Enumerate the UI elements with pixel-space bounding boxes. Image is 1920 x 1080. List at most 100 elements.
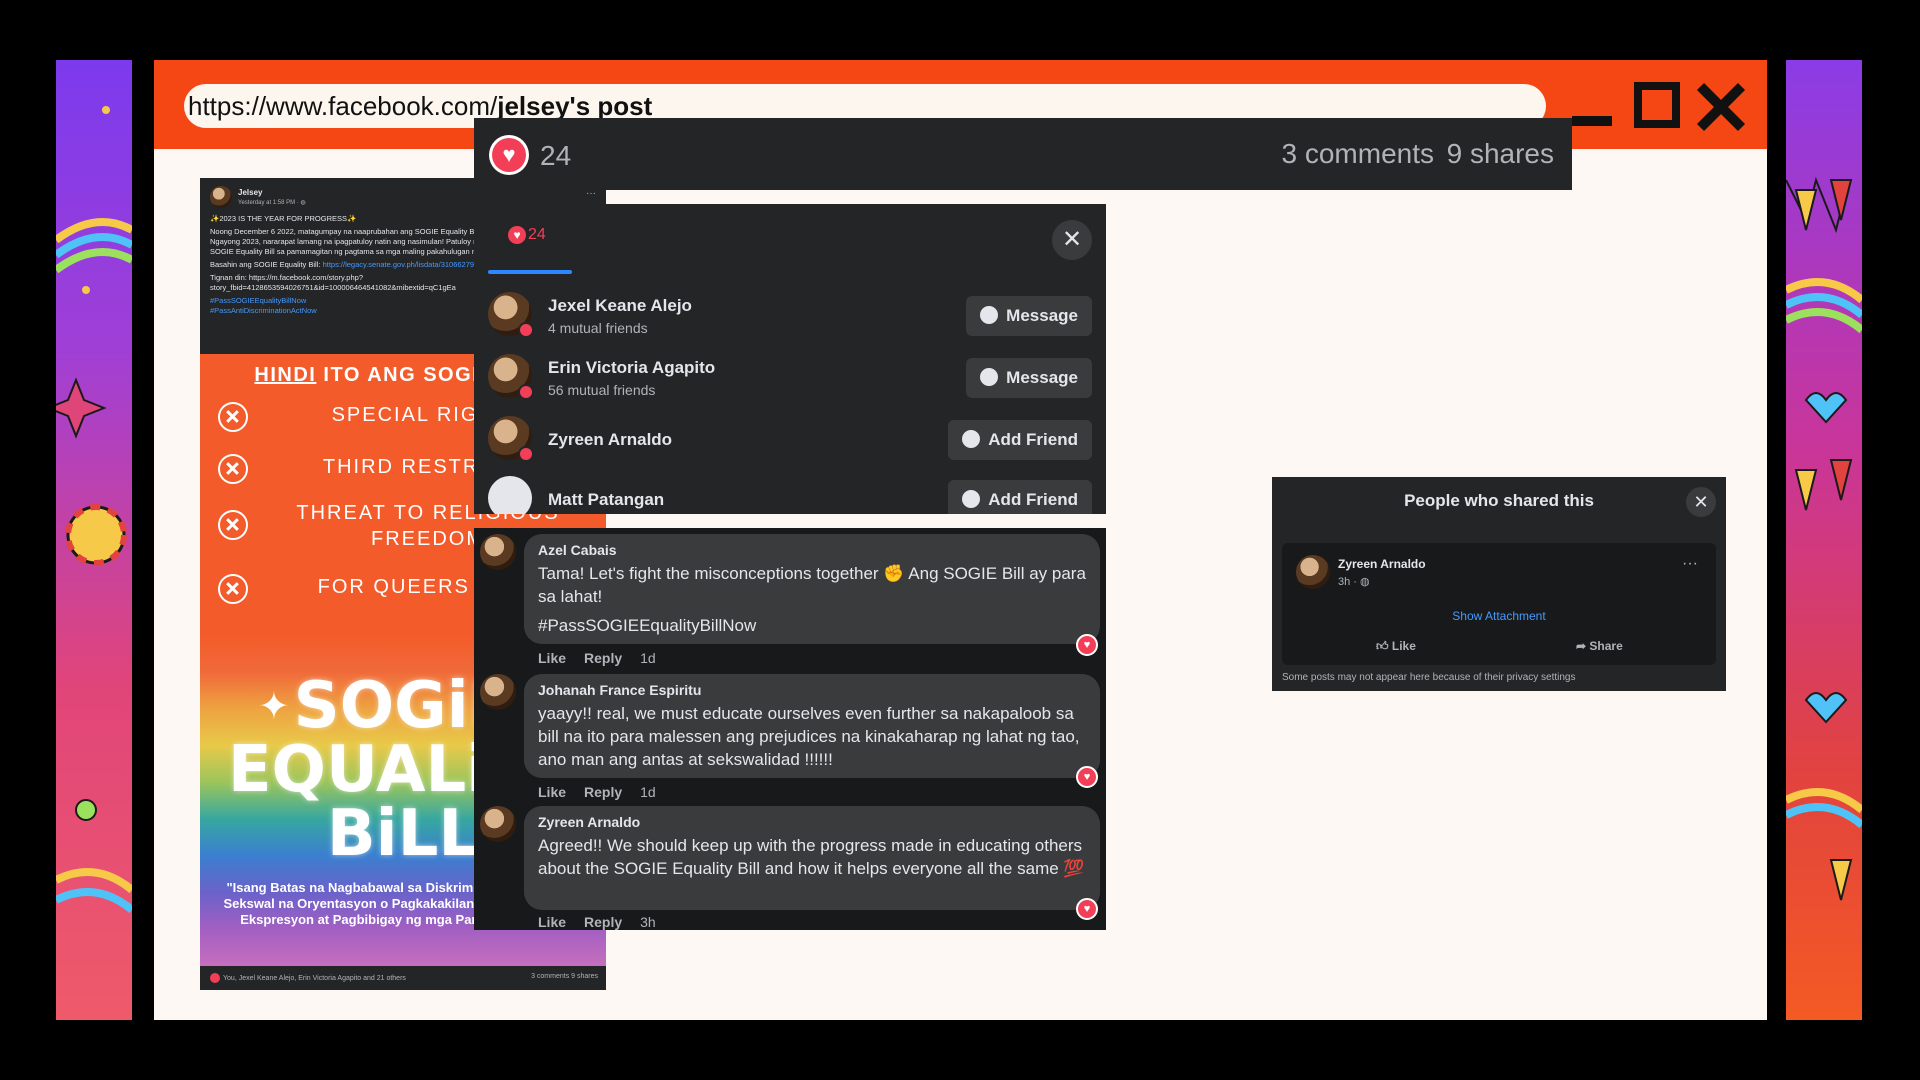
privacy-note: Some posts may not appear here because o…	[1282, 672, 1576, 683]
avatar[interactable]	[488, 476, 532, 514]
reactor-row: Zyreen Arnaldo Add Friend	[488, 416, 1092, 466]
heart-reaction-icon[interactable]	[492, 138, 526, 172]
globe-icon: ◍	[300, 200, 306, 206]
comment-actions: Like Reply 1d	[538, 650, 674, 666]
poster-title-underlined: HINDI	[254, 364, 317, 386]
reactor-row: Matt Patangan Add Friend	[488, 476, 1092, 514]
comments-panel: Azel Cabais Tama! Let's fight the miscon…	[474, 528, 1106, 930]
reactor-name[interactable]: Jexel Keane Alejo	[548, 296, 692, 316]
mutual-friends: 4 mutual friends	[548, 320, 648, 336]
like-button[interactable]: Like	[538, 914, 566, 930]
avatar[interactable]	[480, 534, 516, 570]
comment-time: 1d	[640, 784, 656, 800]
post-time: Yesterday at 1:58 PM · ◍	[238, 199, 306, 206]
reaction-bar: 24 3 comments 9 shares	[474, 118, 1572, 190]
avatar[interactable]	[1296, 555, 1330, 589]
close-icon[interactable]	[1696, 82, 1746, 128]
comment-text: Tama! Let's fight the misconceptions tog…	[538, 564, 1086, 606]
shares-dialog: People who shared this ✕ Zyreen Arnaldo …	[1272, 477, 1726, 691]
comment-author[interactable]: Azel Cabais	[538, 542, 1086, 558]
url-prefix: https://www.facebook.com/	[188, 91, 498, 121]
post-footer: You, Jexel Keane Alejo, Erin Victoria Ag…	[210, 973, 598, 983]
show-attachment-link[interactable]: Show Attachment	[1282, 609, 1716, 623]
add-friend-button[interactable]: Add Friend	[948, 480, 1092, 514]
avatar[interactable]	[480, 806, 516, 842]
comment-author[interactable]: Zyreen Arnaldo	[538, 814, 1086, 830]
comment-actions: Like Reply 1d	[538, 784, 674, 800]
share-label: Share	[1589, 639, 1623, 653]
add-friend-button[interactable]: Add Friend	[948, 420, 1092, 460]
reaction-summary[interactable]: You, Jexel Keane Alejo, Erin Victoria Ag…	[223, 975, 406, 982]
thumbs-up-icon: 👍︎	[1376, 639, 1392, 653]
button-label: Message	[1006, 306, 1078, 325]
more-options-icon[interactable]: ···	[1682, 555, 1698, 573]
slide: https://www.facebook.com/jelsey's post J…	[0, 0, 1920, 1080]
message-button[interactable]: Message	[966, 296, 1092, 336]
dialog-title: People who shared this	[1404, 491, 1594, 510]
read-label: Basahin ang SOGIE Equality Bill:	[210, 260, 323, 269]
x-circle-icon	[218, 510, 248, 540]
messenger-icon	[980, 368, 999, 386]
comment-actions: Like Reply 3h	[538, 914, 674, 930]
share-time: 3h · ◍	[1338, 575, 1370, 588]
decorative-left-strip	[56, 60, 132, 1020]
button-label: Add Friend	[988, 430, 1078, 449]
like-button[interactable]: Like	[538, 650, 566, 666]
heart-badge-icon	[518, 446, 534, 462]
heart-icon: ♥	[508, 226, 526, 244]
button-label: Message	[1006, 368, 1078, 387]
globe-icon: ◍	[1360, 576, 1370, 588]
mutual-friends: 56 mutual friends	[548, 382, 656, 398]
reactor-row: Erin Victoria Agapito 56 mutual friends …	[488, 354, 1092, 404]
like-label: Like	[1391, 639, 1416, 653]
close-button[interactable]: ✕	[1052, 220, 1092, 260]
heart-reaction-icon[interactable]: ♥	[1076, 634, 1098, 656]
sharer-name[interactable]: Zyreen Arnaldo	[1338, 557, 1426, 571]
comment-bubble: Zyreen Arnaldo Agreed!! We should keep u…	[524, 806, 1100, 910]
post-counts[interactable]: 3 comments 9 shares	[531, 973, 598, 980]
comment-text: yaayy!! real, we must educate ourselves …	[538, 704, 1080, 769]
reply-button[interactable]: Reply	[584, 914, 622, 930]
avatar[interactable]	[480, 674, 516, 710]
heart-badge-icon	[518, 384, 534, 400]
minimize-icon[interactable]	[1568, 82, 1614, 128]
reply-button[interactable]: Reply	[584, 784, 622, 800]
reply-button[interactable]: Reply	[584, 650, 622, 666]
comments-count[interactable]: 3 comments	[1282, 138, 1435, 170]
maximize-icon[interactable]	[1634, 82, 1680, 128]
share-arrow-icon: ➦	[1576, 639, 1590, 653]
heart-icon	[210, 973, 220, 983]
reactor-row: Jexel Keane Alejo 4 mutual friends Messa…	[488, 292, 1092, 342]
reactor-name[interactable]: Erin Victoria Agapito	[548, 358, 715, 378]
active-tab-indicator	[488, 270, 572, 274]
bunting-decoration-icon	[1786, 176, 1862, 901]
comment-bubble: Johanah France Espiritu yaayy!! real, we…	[524, 674, 1100, 778]
message-button[interactable]: Message	[966, 358, 1092, 398]
tab-love-reactions[interactable]: ♥ 24	[508, 226, 546, 244]
shared-post-card: Zyreen Arnaldo 3h · ◍ ··· Show Attachmen…	[1282, 543, 1716, 665]
heart-reaction-icon[interactable]: ♥	[1076, 766, 1098, 788]
shares-count[interactable]: 9 shares	[1447, 138, 1554, 170]
decorative-right-strip	[1786, 60, 1862, 1020]
reaction-count[interactable]: 24	[540, 140, 571, 172]
x-circle-icon	[218, 574, 248, 604]
reactor-name[interactable]: Matt Patangan	[548, 490, 664, 510]
post-author[interactable]: Jelsey	[238, 188, 262, 197]
messenger-icon	[980, 306, 999, 324]
rainbow-decoration-icon	[56, 106, 132, 914]
post-time-text: Yesterday at 1:58 PM ·	[238, 200, 301, 206]
url-page: jelsey's post	[497, 91, 653, 121]
comment-hashtag[interactable]: #PassSOGIEEqualityBillNow	[538, 616, 1086, 636]
avatar[interactable]	[210, 186, 232, 208]
bill-link[interactable]: https://legacy.senate.gov.ph/lisdata/310…	[323, 260, 497, 269]
like-button[interactable]: 👍︎ Like	[1376, 639, 1416, 654]
like-button[interactable]: Like	[538, 784, 566, 800]
add-friend-icon	[962, 490, 981, 508]
comment-author[interactable]: Johanah France Espiritu	[538, 682, 1086, 698]
comment-time: 1d	[640, 650, 656, 666]
reactor-name[interactable]: Zyreen Arnaldo	[548, 430, 672, 450]
heart-reaction-icon[interactable]: ♥	[1076, 898, 1098, 920]
close-button[interactable]: ✕	[1686, 487, 1716, 517]
share-button[interactable]: ➦ Share	[1576, 639, 1623, 653]
reactions-dialog: ♥ 24 ✕ Jexel Keane Alejo 4 mutual friends…	[474, 204, 1106, 514]
